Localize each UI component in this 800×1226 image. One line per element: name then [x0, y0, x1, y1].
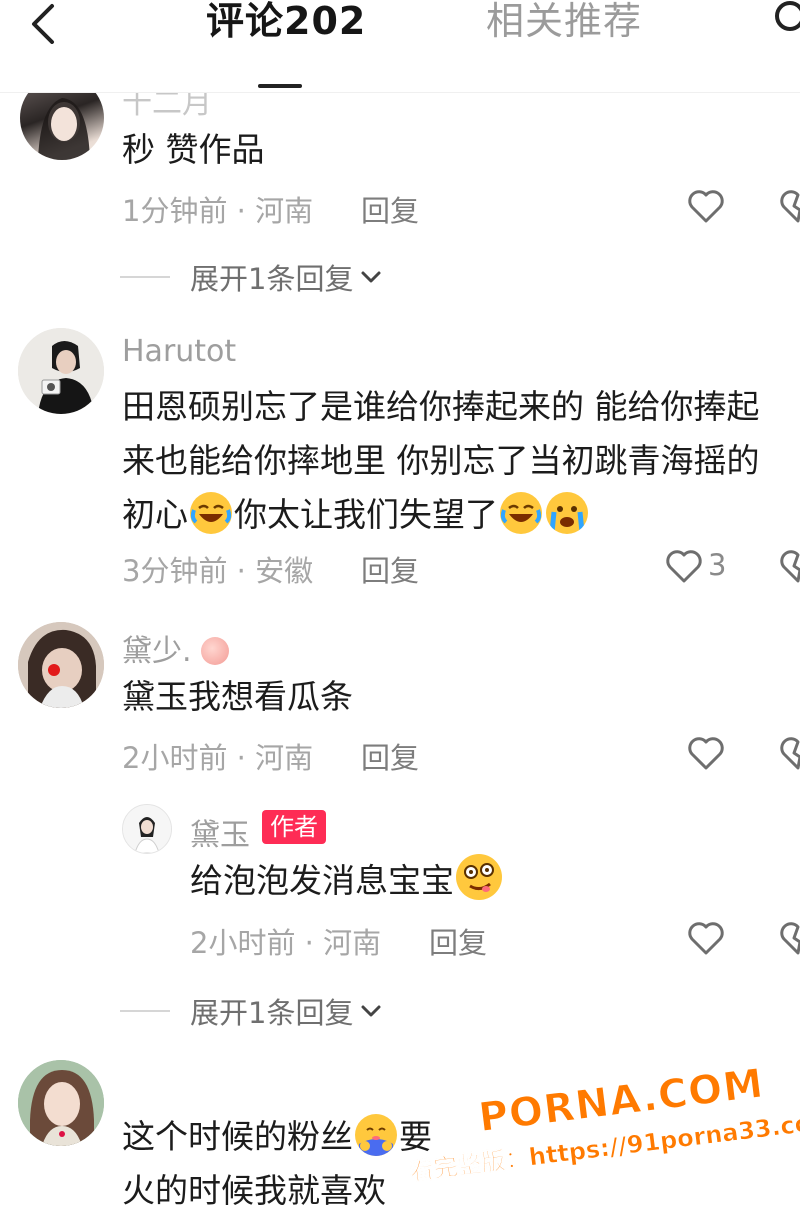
comment-text: 这个时候的粉丝 要 火的时候我就喜欢 [122, 1110, 432, 1218]
top-bar: 评论202 相关推荐 [0, 0, 800, 93]
expand-replies-button[interactable]: 展开1条回复 [120, 256, 383, 298]
reply-button[interactable]: 回复 [361, 735, 419, 777]
tab-related[interactable]: 相关推荐 [486, 0, 642, 46]
dislike-icon[interactable] [780, 546, 800, 586]
reply-button[interactable]: 回复 [361, 188, 419, 230]
reply-avatar[interactable] [122, 804, 172, 854]
divider-line [120, 1010, 170, 1012]
dislike-icon[interactable] [780, 733, 800, 773]
hugging-face-emoji-icon [355, 1114, 397, 1156]
divider-line [120, 276, 170, 278]
comment-text-line: 火的时候我就喜欢 [122, 1171, 386, 1210]
reply-button[interactable]: 回复 [361, 548, 419, 590]
avatar[interactable] [18, 622, 104, 708]
comment-text-segment: 这个时候的粉丝 [122, 1117, 353, 1156]
comment-text: 黛玉我想看瓜条 [122, 677, 353, 716]
heart-icon[interactable] [664, 546, 704, 586]
active-tab-indicator [258, 84, 302, 88]
comment-username-text: 黛少. [122, 634, 192, 669]
comment-text-line: 田恩硕别忘了是谁给你捧起来的 能给你捧起 [122, 387, 760, 426]
crying-emoji-icon [546, 492, 588, 534]
comment-text-line: 这个时候的粉丝 要 [122, 1110, 432, 1164]
avatar[interactable] [18, 1060, 104, 1146]
peach-emoji-icon [201, 637, 230, 665]
search-icon[interactable] [768, 0, 800, 40]
dislike-icon[interactable] [780, 186, 800, 226]
author-badge: 作者 [262, 810, 326, 844]
avatar[interactable] [18, 328, 104, 414]
laughing-crying-emoji-icon [500, 492, 542, 534]
comment-time-location: 1分钟前 · 河南 [122, 194, 314, 228]
comment-text-line: 来也能给你摔地里 你别忘了当初跳青海摇的 [122, 441, 760, 480]
reply-time-location: 2小时前 · 河南 [190, 926, 382, 960]
chevron-down-icon [361, 1005, 381, 1017]
reply-button[interactable]: 回复 [429, 920, 487, 962]
comment-text-line: 初心 你太让我们失望了 [122, 488, 760, 542]
heart-icon[interactable] [686, 918, 726, 958]
comment-time-location: 2小时前 · 河南 [122, 741, 314, 775]
comment-text: 秒 赞作品 [122, 130, 265, 169]
heart-icon[interactable] [686, 733, 726, 773]
expand-replies-button[interactable]: 展开1条回复 [120, 990, 383, 1032]
comment-username[interactable]: 黛少. [122, 626, 230, 670]
expand-replies-label: 展开1条回复 [190, 996, 354, 1030]
dizzy-face-emoji-icon [456, 854, 502, 900]
expand-replies-label: 展开1条回复 [190, 262, 354, 296]
comment-text: 田恩硕别忘了是谁给你捧起来的 能给你捧起 来也能给你摔地里 你别忘了当初跳青海摇… [122, 380, 760, 542]
reply-username[interactable]: 黛玉 [190, 810, 250, 854]
reply-text-segment: 给泡泡发消息宝宝 [190, 861, 454, 900]
tab-comments[interactable]: 评论202 [206, 0, 366, 46]
laughing-crying-emoji-icon [190, 492, 232, 534]
like-count: 3 [708, 548, 727, 582]
comment-text-segment: 初心 [122, 495, 188, 534]
back-arrow-icon[interactable] [24, 0, 68, 44]
comment-text-segment: 你太让我们失望了 [234, 495, 498, 534]
comment-time-location: 3分钟前 · 安徽 [122, 554, 314, 588]
comment-username[interactable]: Harutot [122, 334, 236, 369]
heart-icon[interactable] [686, 186, 726, 226]
reply-text: 给泡泡发消息宝宝 [190, 854, 504, 908]
dislike-icon[interactable] [780, 918, 800, 958]
chevron-down-icon [361, 271, 381, 283]
